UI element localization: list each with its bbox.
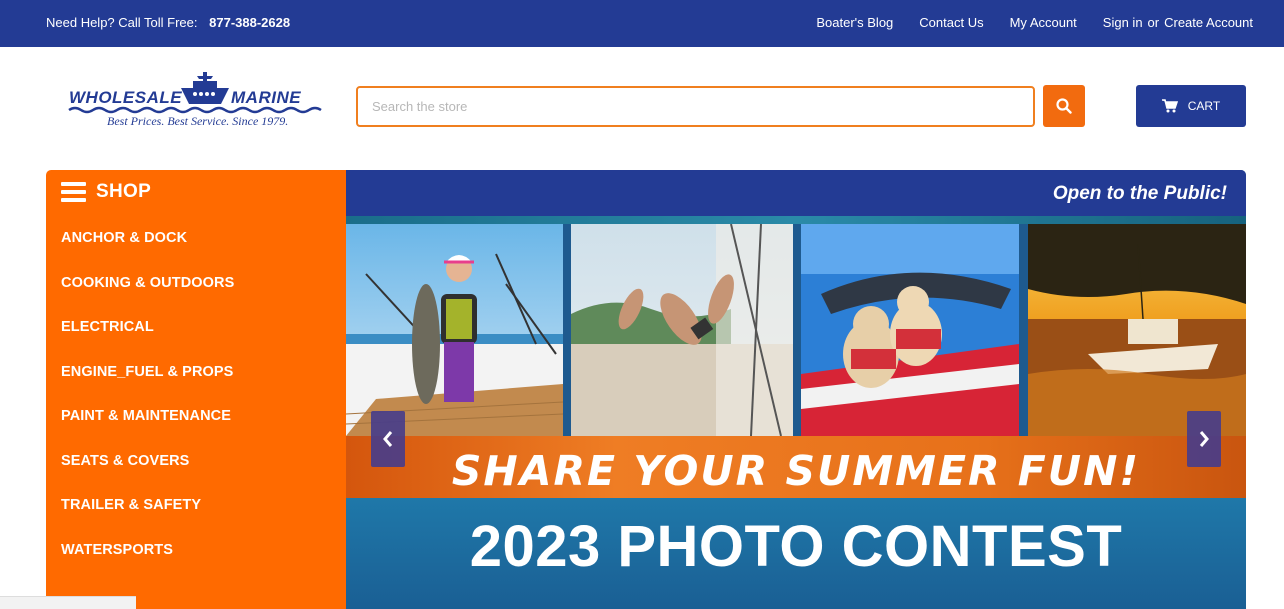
summer-fun-headline: SHARE YOUR SUMMER FUN! xyxy=(451,447,1141,495)
category-trailer-safety[interactable]: TRAILER & SAFETY xyxy=(61,495,234,540)
site-logo[interactable]: WHOLESALE MARINE Best Prices. Best Servi… xyxy=(67,70,327,130)
svg-text:Best Prices. Best Service. Sin: Best Prices. Best Service. Since 1979. xyxy=(107,114,288,128)
top-bar: Need Help? Call Toll Free: 877-388-2628 … xyxy=(0,0,1284,47)
top-links: Boater's Blog Contact Us My Account Sign… xyxy=(790,15,1253,30)
svg-text:MARINE: MARINE xyxy=(231,88,301,107)
photo-jumping-swimmers xyxy=(571,224,793,436)
help-line: Need Help? Call Toll Free: 877-388-2628 xyxy=(46,15,290,30)
search-input[interactable] xyxy=(358,88,1033,125)
search-icon xyxy=(1056,98,1072,114)
category-seats-covers[interactable]: SEATS & COVERS xyxy=(61,451,234,496)
photo-contest-title: 2023 PHOTO CONTEST xyxy=(469,514,1123,579)
shop-title: SHOP xyxy=(96,181,152,202)
carousel-prev-button[interactable] xyxy=(371,411,405,467)
help-text: Need Help? Call Toll Free: xyxy=(46,15,198,30)
carousel-next-button[interactable] xyxy=(1187,411,1221,467)
svg-text:WHOLESALE: WHOLESALE xyxy=(69,88,182,107)
hamburger-icon xyxy=(61,182,86,202)
banner-header: Open to the Public! xyxy=(346,170,1246,217)
shop-menu-toggle[interactable]: SHOP xyxy=(61,181,151,203)
boaters-blog-link[interactable]: Boater's Blog xyxy=(816,15,893,30)
category-anchor-dock[interactable]: ANCHOR & DOCK xyxy=(61,228,234,273)
phone-number[interactable]: 877-388-2628 xyxy=(209,15,290,30)
chevron-left-icon xyxy=(383,431,393,447)
create-account-link[interactable]: Create Account xyxy=(1164,15,1253,30)
hero-carousel[interactable]: Open to the Public! SHARE YOUR SUMMER FU… xyxy=(346,170,1246,609)
photo-dogs-boat xyxy=(801,224,1019,436)
category-electrical[interactable]: ELECTRICAL xyxy=(61,317,234,362)
chevron-right-icon xyxy=(1199,431,1209,447)
photo-girl-fishing xyxy=(346,224,563,436)
contact-us-link[interactable]: Contact Us xyxy=(919,15,983,30)
shop-sidebar: SHOP ANCHOR & DOCK COOKING & OUTDOORS EL… xyxy=(46,170,346,609)
cart-button[interactable]: CART xyxy=(1136,85,1246,127)
category-watersports[interactable]: WATERSPORTS xyxy=(61,540,234,585)
banner-strip xyxy=(346,216,1246,224)
my-account-link[interactable]: My Account xyxy=(1010,15,1077,30)
open-to-public-text: Open to the Public! xyxy=(1052,183,1227,204)
search-box xyxy=(356,86,1035,127)
logo-graphic: WHOLESALE MARINE Best Prices. Best Servi… xyxy=(68,72,322,128)
bottom-left-widget xyxy=(0,596,136,609)
or-text: or xyxy=(1147,15,1160,30)
search-button[interactable] xyxy=(1043,85,1085,127)
category-engine-fuel-props[interactable]: ENGINE_FUEL & PROPS xyxy=(61,362,234,407)
photo-sunset-boat xyxy=(1028,224,1246,436)
sign-in-link[interactable]: Sign in xyxy=(1103,15,1143,30)
category-list: ANCHOR & DOCK COOKING & OUTDOORS ELECTRI… xyxy=(61,228,234,584)
category-paint-maintenance[interactable]: PAINT & MAINTENANCE xyxy=(61,406,234,451)
cart-label: CART xyxy=(1187,99,1221,113)
category-cooking-outdoors[interactable]: COOKING & OUTDOORS xyxy=(61,273,234,318)
cart-icon xyxy=(1161,99,1178,113)
